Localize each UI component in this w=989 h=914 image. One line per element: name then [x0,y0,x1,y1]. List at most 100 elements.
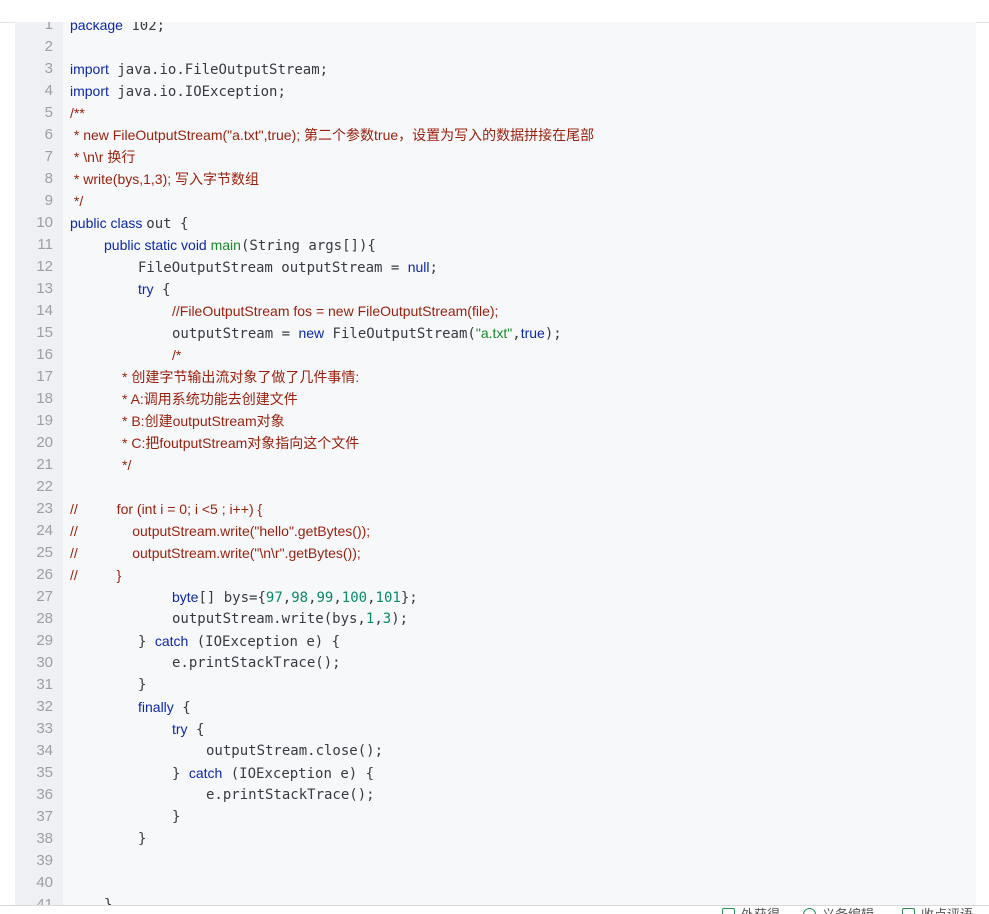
code-token: [] bys={ [198,590,266,606]
code-line: 22 [15,476,976,498]
code-text: // } [70,564,121,587]
code-text: try { [172,718,204,741]
line-number: 29 [36,632,53,649]
code-token: * \n\r 换行 [70,149,136,165]
code-text: package 102; [70,22,165,37]
code-block: 1 package 102; 2 3 import java.io.FileOutput… [15,22,976,905]
code-token: /** [70,105,85,121]
code-text: try { [138,278,170,301]
line-number: 30 [36,654,53,671]
code-line: 38} [15,828,976,850]
code-line: 13 try { [15,278,976,300]
code-line: 35} catch (IOException e) { [15,762,976,784]
code-line: 34 outputStream.close(); [15,740,976,762]
code-line: 33 try { [15,718,976,740]
code-token: { [153,282,171,298]
code-token: public static void [104,237,211,253]
line-number: 8 [44,170,53,187]
code-line: 20 * C:把foutputStream对象指向这个文件 [15,432,976,454]
line-number: 9 [44,192,53,209]
code-line: 32 finally { [15,696,976,718]
code-text: } catch (IOException e) { [138,630,340,653]
line-number: 27 [36,588,53,605]
line-number: 28 [36,610,53,627]
line-number: 39 [36,852,53,869]
code-token: , [308,590,317,606]
code-text: finally { [138,696,191,719]
circle-icon [803,908,816,914]
code-token: try [172,721,188,737]
bottom-bar-item[interactable]: 义务编辑 [803,908,874,914]
code-line: 27 byte[] bys={97,98,99,100,101}; [15,586,976,608]
bottom-bar-item[interactable]: 收点评语 [902,908,973,914]
code-line: 11 public static void main(String args[])… [15,234,976,256]
code-token: , [367,590,376,606]
code-token: out [146,216,172,232]
code-token: (String args[]){ [240,238,376,254]
checkbox-icon [902,908,915,914]
code-token: FileOutputStream( [324,326,476,342]
code-token: , [512,326,521,342]
code-line: 6 * new FileOutputStream("a.txt",true); … [15,124,976,146]
code-token: 101 [375,590,401,606]
code-token: package [70,22,123,33]
line-number: 14 [36,302,53,319]
code-token: java.io.IOException; [108,84,286,100]
code-line: 9 */ [15,190,976,212]
code-token: , [374,611,383,627]
code-token: * A:调用系统功能去创建文件 [122,391,298,407]
code-token: catch [188,765,223,781]
line-number: 24 [36,522,53,539]
code-text: outputStream.write(bys,1,3); [172,608,408,630]
code-line: 17 * 创建字节输出流对象了做了几件事情: [15,366,976,388]
code-token: { [173,700,191,716]
code-line: 8 * write(bys,1,3); 写入字节数组 [15,168,976,190]
line-number: 17 [36,368,53,385]
code-text: // for (int i = 0; i <5 ; i++) { [70,498,262,521]
code-text: e.printStackTrace(); [206,784,375,806]
code-line: 24 // outputStream.write("hello".getBytes… [15,520,976,542]
code-token: */ [70,193,84,209]
code-token: // for (int i = 0; i <5 ; i++) { [70,501,263,517]
code-token: import [70,83,109,99]
code-token: 3 [382,611,392,627]
code-token: ; [429,260,438,276]
code-token: /* [172,347,182,363]
code-token: } [138,677,147,693]
code-line: 12 FileOutputStream outputStream = null; [15,256,976,278]
line-number: 21 [36,456,53,473]
code-token: }; [400,590,418,606]
code-text: // outputStream.write("hello".getBytes()… [70,520,370,543]
code-line: 10 public class out { [15,212,976,234]
code-line: 37} [15,806,976,828]
line-number: 18 [36,390,53,407]
code-text: /* [172,344,181,367]
code-token: } [172,809,181,825]
code-token: null [407,259,430,275]
code-token: * write(bys,1,3); 写入字节数组 [70,171,260,187]
code-text: } [138,674,146,696]
line-number: 38 [36,830,53,847]
code-line: 23 // for (int i = 0; i <5 ; i++) { [15,498,976,520]
line-number: 3 [44,60,53,77]
code-line: 36 e.printStackTrace(); [15,784,976,806]
code-line: 19 * B:创建outputStream对象 [15,410,976,432]
line-number: 4 [44,82,53,99]
line-number: 7 [44,148,53,165]
code-text: } [138,828,146,850]
code-token: * C:把foutputStream对象指向这个文件 [122,435,360,451]
code-token: * new FileOutputStream("a.txt",true); 第二… [70,127,595,143]
line-number: 13 [36,280,53,297]
bottom-bar-item[interactable]: 外获得 [722,908,780,914]
line-number: 22 [36,478,53,495]
code-token: // outputStream.write("hello".getBytes()… [70,523,371,539]
code-text: FileOutputStream outputStream = null; [138,256,438,279]
line-number: 34 [36,742,53,759]
code-line: 25 // outputStream.write("\n\r".getBytes(… [15,542,976,564]
code-text: e.printStackTrace(); [172,652,341,674]
code-text: * new FileOutputStream("a.txt",true); 第二… [70,124,594,147]
code-text: //FileOutputStream fos = new FileOutputS… [172,300,498,323]
line-number: 10 [36,214,53,231]
code-text: * 创建字节输出流对象了做了几件事情: [122,366,359,389]
code-text: public static void main(String args[]){ [104,234,376,257]
